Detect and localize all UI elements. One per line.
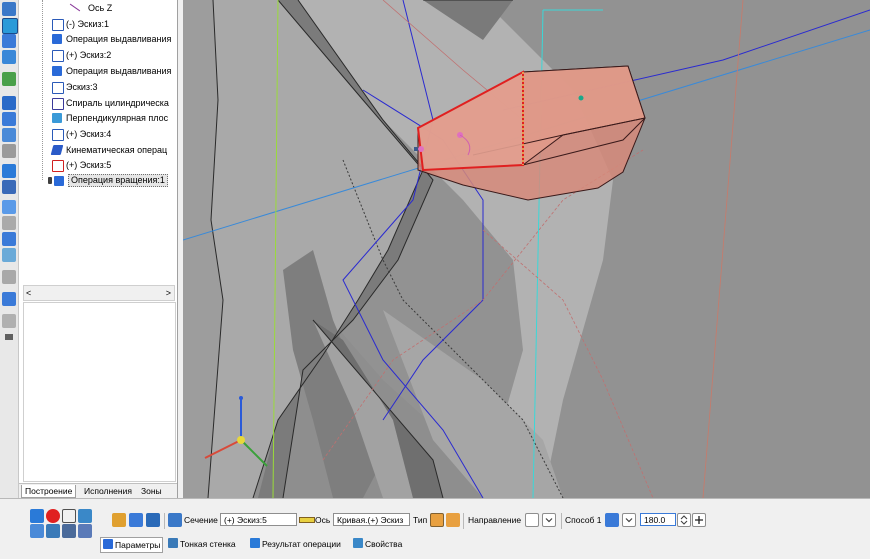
- tab-thin-wall[interactable]: Тонкая стенка: [168, 537, 236, 551]
- cut-tool-icon[interactable]: [2, 50, 16, 64]
- angle-spinner[interactable]: [677, 513, 691, 527]
- tree-guide-line: [42, 0, 43, 180]
- result-icon: [250, 538, 260, 548]
- edit-icon[interactable]: [30, 524, 44, 538]
- snap-icon[interactable]: [78, 509, 92, 523]
- tree-item-label: (-) Эскиз:1: [66, 19, 110, 29]
- plane-icon: [52, 113, 62, 123]
- axis-label: Ось: [315, 515, 331, 525]
- library-icon[interactable]: [62, 524, 76, 538]
- section-icon[interactable]: [168, 513, 182, 527]
- tree-item-label: Операция вращения:1: [68, 174, 168, 187]
- tree-item-label: (+) Эскиз:4: [66, 129, 112, 139]
- left-toolbar: [0, 0, 19, 498]
- grid-icon[interactable]: [62, 509, 76, 523]
- direction-icon[interactable]: [525, 513, 539, 527]
- sketch-icon: [52, 82, 64, 94]
- create-object-icon[interactable]: [30, 509, 44, 523]
- surface-option-icon[interactable]: [146, 513, 160, 527]
- axis-icon: [69, 3, 81, 12]
- draft-tool-icon[interactable]: [2, 216, 16, 230]
- revolve-tool-icon[interactable]: [2, 18, 18, 34]
- axis-color-icon: [299, 517, 315, 523]
- shell-tool-icon[interactable]: [2, 128, 16, 142]
- measure-tool-icon[interactable]: [2, 314, 16, 328]
- toolbar-more-icon[interactable]: [5, 334, 13, 340]
- axis-field[interactable]: Кривая.(+) Эскиз: [333, 513, 410, 526]
- pencil-icon[interactable]: [46, 524, 60, 538]
- separator: [463, 513, 464, 529]
- properties-icon: [353, 538, 363, 548]
- model-tree: Ось Z (-) Эскиз:1 Операция выдавливания …: [19, 0, 177, 283]
- type-sphere-icon[interactable]: [430, 513, 444, 527]
- revolve-icon: [54, 176, 64, 186]
- boolean-tool-icon[interactable]: [2, 292, 16, 306]
- direction-dropdown[interactable]: [542, 513, 556, 527]
- tab-construction[interactable]: Построение: [21, 485, 77, 498]
- type-toroid-icon[interactable]: [446, 513, 460, 527]
- sketch-icon: [52, 50, 64, 62]
- help-icon[interactable]: [78, 524, 92, 538]
- tab-properties[interactable]: Свойства: [353, 537, 402, 551]
- extrude-icon: [52, 34, 62, 44]
- parameters-icon: [103, 539, 113, 549]
- tree-item-label: Операция выдавливания: [66, 66, 172, 76]
- section-field[interactable]: (+) Эскиз:5: [220, 513, 297, 526]
- separator: [561, 513, 562, 529]
- hole-tool-icon[interactable]: [2, 96, 16, 110]
- tree-item-label: Операция выдавливания: [66, 34, 172, 44]
- tree-item-label: Эскиз:3: [66, 82, 98, 92]
- tab-variants[interactable]: Исполнения: [81, 485, 135, 497]
- scroll-left-arrow[interactable]: <: [26, 286, 31, 300]
- angle-field[interactable]: 180.0: [640, 513, 676, 526]
- array-tool-icon[interactable]: [2, 180, 16, 194]
- 3d-viewport[interactable]: [183, 0, 870, 498]
- sketch-icon: [52, 160, 64, 172]
- method-label: Способ 1: [565, 515, 602, 525]
- rib-tool-icon[interactable]: [2, 144, 16, 158]
- separator: [164, 513, 165, 529]
- model-tree-panel: Ось Z (-) Эскиз:1 Операция выдавливания …: [19, 0, 178, 499]
- stop-icon[interactable]: [46, 509, 60, 523]
- mirror-tool-icon[interactable]: [2, 164, 16, 178]
- scroll-right-arrow[interactable]: >: [166, 286, 171, 300]
- extrude-tool-icon[interactable]: [2, 34, 16, 48]
- sketch-option-icon[interactable]: [129, 513, 143, 527]
- tree-item-label: Кинематическая операц: [66, 145, 168, 155]
- sweep-tool-icon[interactable]: [2, 248, 16, 262]
- tree-tabs: Построение Исполнения Зоны: [19, 483, 177, 499]
- section-label: Сечение: [184, 515, 218, 525]
- lock-icon: [48, 177, 52, 184]
- sketch-tool-icon[interactable]: [2, 2, 16, 16]
- tab-parameters[interactable]: Параметры: [100, 537, 164, 553]
- loft-tool-icon[interactable]: [2, 232, 16, 246]
- sweep-icon: [50, 145, 64, 155]
- property-panel: Сечение (+) Эскиз:5 Ось Кривая.(+) Эскиз…: [0, 498, 870, 559]
- tree-item-label: (+) Эскиз:5: [66, 160, 112, 170]
- tab-operation-result[interactable]: Результат операции: [250, 537, 341, 551]
- tree-item-label: Ось Z: [88, 3, 113, 13]
- method-icon[interactable]: [605, 513, 619, 527]
- method-dropdown[interactable]: [622, 513, 636, 527]
- chamfer-tool-icon[interactable]: [2, 72, 16, 86]
- direction-label: Направление: [468, 515, 522, 525]
- model-scene: [183, 0, 870, 498]
- spiral-icon: [52, 98, 64, 110]
- thin-wall-icon: [168, 538, 178, 548]
- tree-item-label: Спираль цилиндрическа: [66, 98, 169, 108]
- tab-zones[interactable]: Зоны: [138, 485, 165, 497]
- type-label: Тип: [413, 515, 428, 525]
- extrude-icon: [52, 66, 62, 76]
- tree-item-label: Перпендикулярная плос: [66, 113, 169, 123]
- fillet-tool-icon[interactable]: [2, 112, 16, 126]
- shape-option-icon[interactable]: [112, 513, 126, 527]
- sketch-icon: [52, 19, 64, 31]
- tree-secondary-pane: [23, 302, 176, 482]
- sketch-icon: [52, 129, 64, 141]
- tree-horizontal-scrollbar[interactable]: < >: [23, 285, 175, 301]
- reverse-direction-icon[interactable]: [692, 513, 706, 527]
- thread-tool-icon[interactable]: [2, 270, 16, 284]
- tree-item-label: (+) Эскиз:2: [66, 50, 112, 60]
- split-tool-icon[interactable]: [2, 200, 16, 214]
